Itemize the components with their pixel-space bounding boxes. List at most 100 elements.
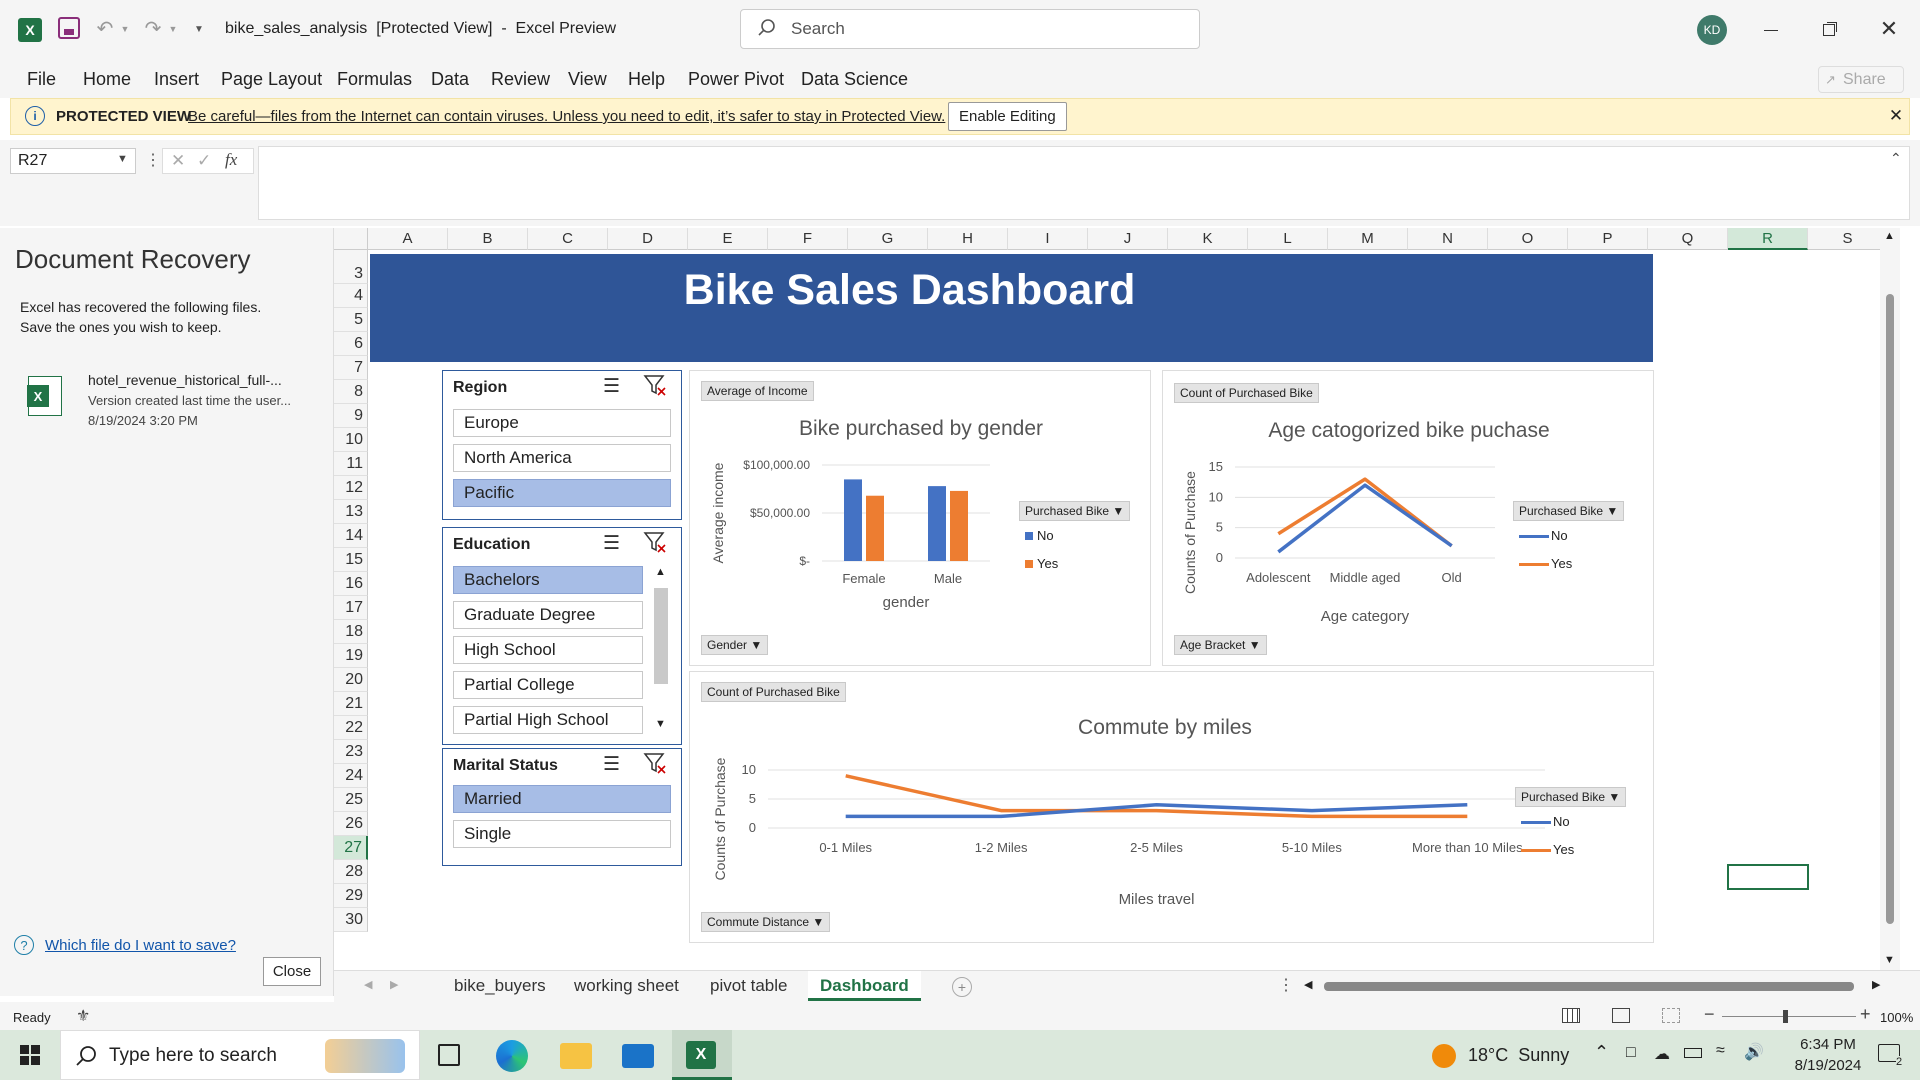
enter-icon[interactable]: ✓ [197,151,211,171]
scroll-up-icon[interactable]: ▲ [655,566,666,578]
which-file-help-link[interactable]: Which file do I want to save? [45,937,236,954]
multi-select-icon[interactable]: ☰ [603,375,620,398]
row-header-3[interactable]: 3 [334,250,368,284]
region-slicer[interactable]: Region ☰ Europe North America Pacific [442,370,682,520]
collapse-formula-bar-icon[interactable]: ⌃ [1890,150,1902,167]
row-header-18[interactable]: 18 [334,620,368,644]
restore-icon[interactable] [1814,18,1844,42]
row-header-28[interactable]: 28 [334,860,368,884]
volume-icon[interactable]: 🔊 [1744,1042,1764,1062]
column-header-G[interactable]: G [848,228,928,250]
scroll-down-icon[interactable]: ▼ [655,718,666,730]
tab-power-pivot[interactable]: Power Pivot [688,60,784,98]
scroll-left-icon[interactable]: ◀ [1304,978,1312,991]
row-header-25[interactable]: 25 [334,788,368,812]
tab-help[interactable]: Help [628,60,665,98]
column-header-B[interactable]: B [448,228,528,250]
next-sheet-icon[interactable]: ▶ [390,978,398,991]
taskbar-search-box[interactable]: Type here to search [60,1030,420,1080]
tab-data-science[interactable]: Data Science [801,60,908,98]
clock-date[interactable]: 8/19/2024 [1784,1057,1872,1074]
zoom-slider-thumb[interactable] [1783,1010,1788,1023]
row-header-9[interactable]: 9 [334,404,368,428]
tab-view[interactable]: View [568,60,607,98]
row-header-5[interactable]: 5 [334,308,368,332]
clock-time[interactable]: 6:34 PM [1784,1036,1872,1053]
legend-field-button[interactable]: Purchased Bike ▼ [1513,501,1625,521]
zoom-slider[interactable] [1722,1010,1856,1023]
accessibility-icon[interactable]: ⚜ [76,1006,90,1026]
scroll-up-icon[interactable]: ▲ [1884,230,1895,242]
slicer-item-married[interactable]: Married [453,785,671,813]
mail-icon[interactable] [622,1044,654,1068]
marital-status-slicer[interactable]: Marital Status ☰ Married Single [442,748,682,866]
axis-field-button[interactable]: Age Bracket ▼ [1174,635,1267,655]
prev-sheet-icon[interactable]: ◀ [364,978,372,991]
weather-text[interactable]: 18°C Sunny [1468,1045,1569,1066]
row-header-20[interactable]: 20 [334,668,368,692]
sheet-tab-bike-buyers[interactable]: bike_buyers [454,976,546,996]
scroll-thumb[interactable] [654,588,668,684]
axis-field-button[interactable]: Gender ▼ [701,635,769,655]
redo-dropdown-icon[interactable]: ▼ [168,22,178,36]
legend-field-button[interactable]: Purchased Bike ▼ [1515,787,1627,807]
row-header-8[interactable]: 8 [334,380,368,404]
undo-icon[interactable]: ↶ [94,16,116,40]
column-header-F[interactable]: F [768,228,848,250]
task-view-icon[interactable] [438,1044,460,1066]
page-layout-view-icon[interactable] [1612,1008,1630,1023]
tab-review[interactable]: Review [491,60,550,98]
user-avatar[interactable]: KD [1697,15,1727,45]
horizontal-scrollbar[interactable]: ◀ ▶ [1302,971,1888,1001]
edge-browser-icon[interactable] [496,1040,528,1072]
row-header-22[interactable]: 22 [334,716,368,740]
protected-view-message[interactable]: Be careful—files from the Internet can c… [188,108,945,125]
customize-toolbar-icon[interactable]: ▼ [192,22,206,36]
column-header-J[interactable]: J [1088,228,1168,250]
row-header-24[interactable]: 24 [334,764,368,788]
sheet-tab-dashboard[interactable]: Dashboard [808,971,921,1001]
insert-function-icon[interactable]: fx [225,150,237,170]
sheet-tab-pivot-table[interactable]: pivot table [710,976,788,996]
row-header-12[interactable]: 12 [334,476,368,500]
row-header-23[interactable]: 23 [334,740,368,764]
page-break-view-icon[interactable] [1662,1008,1680,1023]
tab-home[interactable]: Home [83,60,131,98]
show-hidden-icons-icon[interactable]: ⌃ [1594,1042,1609,1063]
redo-icon[interactable]: ↷ [142,16,164,40]
column-header-O[interactable]: O [1488,228,1568,250]
axis-field-button[interactable]: Commute Distance ▼ [701,912,831,932]
zoom-level[interactable]: 100% [1880,1010,1913,1025]
legend-field-button[interactable]: Purchased Bike ▼ [1019,501,1131,521]
search-box[interactable]: Search [740,9,1200,49]
onedrive-icon[interactable]: ☁ [1654,1044,1670,1064]
undo-dropdown-icon[interactable]: ▼ [120,22,130,36]
slicer-item-bachelors[interactable]: Bachelors [453,566,643,594]
tab-file[interactable]: File [27,60,56,98]
tab-insert[interactable]: Insert [154,60,199,98]
column-header-Q[interactable]: Q [1648,228,1728,250]
cancel-icon[interactable]: ✕ [171,151,185,171]
column-header-D[interactable]: D [608,228,688,250]
sheet-tab-working-sheet[interactable]: working sheet [574,976,679,996]
row-header-11[interactable]: 11 [334,452,368,476]
row-header-17[interactable]: 17 [334,596,368,620]
slicer-item-partial-high-school[interactable]: Partial High School [453,706,643,734]
excel-taskbar-button[interactable]: X [672,1030,732,1080]
slicer-item-partial-college[interactable]: Partial College [453,671,643,699]
column-header-C[interactable]: C [528,228,608,250]
row-header-16[interactable]: 16 [334,572,368,596]
clear-filter-icon[interactable] [643,751,667,780]
close-bar-icon[interactable]: ✕ [1886,105,1906,127]
column-header-I[interactable]: I [1008,228,1088,250]
multi-select-icon[interactable]: ☰ [603,753,620,776]
recovery-close-button[interactable]: Close [263,957,321,986]
scroll-thumb[interactable] [1324,982,1854,991]
column-header-M[interactable]: M [1328,228,1408,250]
save-icon[interactable] [58,17,80,39]
row-header-15[interactable]: 15 [334,548,368,572]
slicer-item-pacific[interactable]: Pacific [453,479,671,507]
formula-input[interactable] [258,146,1910,220]
column-header-P[interactable]: P [1568,228,1648,250]
row-header-21[interactable]: 21 [334,692,368,716]
